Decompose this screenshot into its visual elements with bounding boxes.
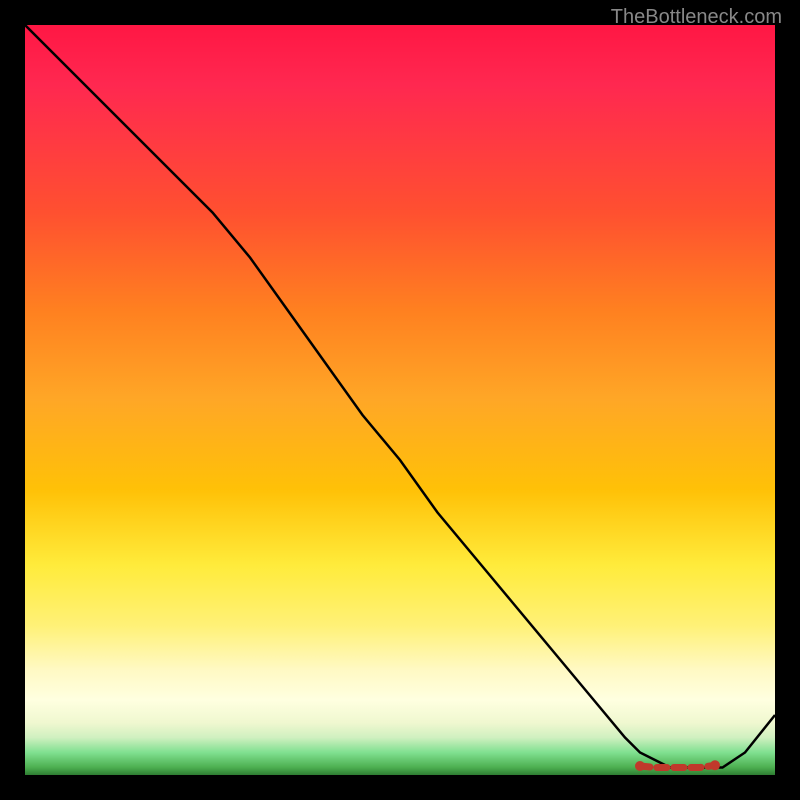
watermark-text: TheBottleneck.com [611,6,782,29]
curve-layer [25,25,775,775]
optimal-end-dot [710,760,720,770]
optimal-start-dot [635,761,645,771]
optimal-range-line [640,765,715,767]
optimal-range-markers [635,760,720,771]
plot-area [25,25,775,775]
bottleneck-curve-line [25,25,775,768]
bottleneck-chart: TheBottleneck.com [0,0,800,800]
